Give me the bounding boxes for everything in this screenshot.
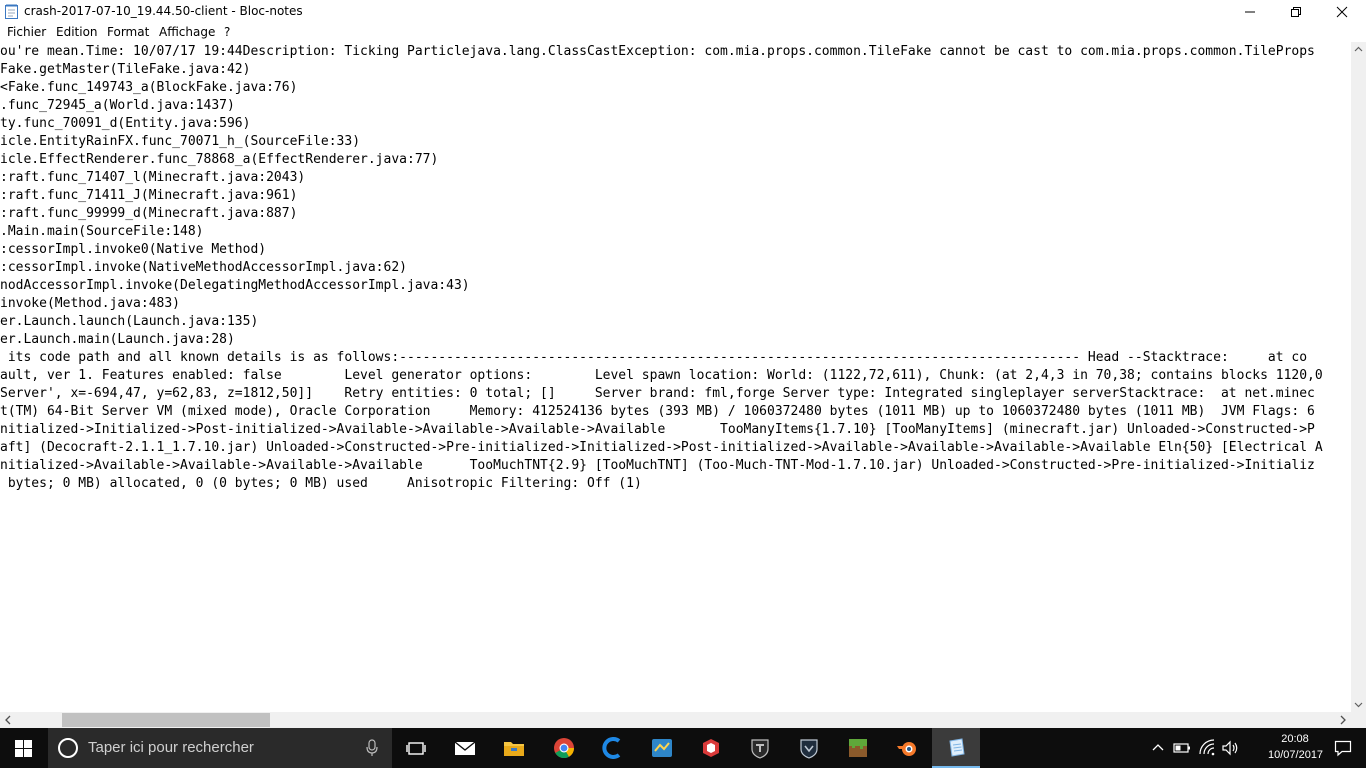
text-line: er.Launch.launch(Launch.java:135) [0,314,259,329]
task-view-icon [406,742,426,755]
maximize-icon [1291,7,1301,17]
world-of-tanks-icon [751,739,769,759]
menu-file[interactable]: Fichier [7,25,46,39]
menu-edit[interactable]: Edition [56,25,98,39]
battery-icon[interactable] [1172,738,1192,758]
volume-icon[interactable] [1220,738,1240,758]
text-line: :raft.func_71407_l(Minecraft.java:2043) [0,170,306,185]
menu-help[interactable]: ? [224,25,230,39]
text-line: ty.func_70091_d(Entity.java:596) [0,116,251,131]
text-line: invoke(Method.java:483) [0,296,181,311]
windows-logo-icon [15,740,32,757]
minimize-icon [1245,11,1255,13]
taskbar: Taper ici pour rechercher 20:08 10/07/20… [0,728,1366,768]
ccleaner-icon [602,737,621,759]
taskbar-world-of-warships[interactable] [785,728,833,768]
text-line: :raft.func_71411_J(Minecraft.java:961) [0,188,298,203]
chevron-up-icon[interactable] [1148,738,1168,758]
scroll-up-arrow-icon[interactable] [1351,42,1366,57]
taskbar-blue-app[interactable] [638,728,686,768]
text-editor[interactable]: ou're mean.Time: 10/07/17 19:44Descripti… [0,42,1351,712]
minecraft-icon [849,739,867,757]
menu-bar: Fichier Edition Format Affichage ? [0,24,1366,42]
minimize-button[interactable] [1227,0,1273,24]
text-line: <Fake.func_149743_a(BlockFake.java:76) [0,80,298,95]
maximize-button[interactable] [1273,0,1319,24]
microphone-icon[interactable] [365,739,379,757]
search-placeholder: Taper ici pour rechercher [88,739,254,756]
text-line: :raft.func_99999_d(Minecraft.java:887) [0,206,298,221]
text-line: Fake.getMaster(TileFake.java:42) [0,62,251,77]
taskbar-search-box[interactable]: Taper ici pour rechercher [48,728,392,768]
start-button[interactable] [0,728,48,768]
task-view-button[interactable] [392,728,440,768]
taskbar-ccleaner[interactable] [589,728,637,768]
taskbar-chrome[interactable] [540,728,588,768]
file-explorer-icon [504,742,524,756]
text-line: ou're mean.Time: 10/07/17 19:44Descripti… [0,44,1315,59]
text-line: nitialized->Available->Available->Availa… [0,458,1315,473]
text-line: icle.EntityRainFX.func_70071_h_(SourceFi… [0,134,361,149]
window-title: crash-2017-07-10_19.44.50-client - Bloc-… [24,4,303,18]
notepad-icon [949,738,965,757]
text-line: aft] (Decocraft-2.1.1_1.7.10.jar) Unload… [0,440,1323,455]
clock-date: 10/07/2017 [1268,749,1324,761]
horizontal-scrollbar[interactable] [0,712,1351,728]
taskbar-blender[interactable] [883,728,931,768]
text-line: its code path and all known details is a… [0,350,1308,365]
taskbar-world-of-tanks[interactable] [736,728,784,768]
blender-icon [897,742,916,756]
action-center-button[interactable] [1322,728,1366,768]
close-icon [1336,6,1348,18]
text-line: .func_72945_a(World.java:1437) [0,98,235,113]
text-line: :cessorImpl.invoke0(Native Method) [0,242,267,257]
text-line: .Main.main(SourceFile:148) [0,224,204,239]
notification-icon [1334,740,1352,757]
text-line: bytes; 0 MB) allocated, 0 (0 bytes; 0 MB… [0,476,642,491]
app-blue-icon [652,739,672,757]
text-line: icle.EffectRenderer.func_78868_a(EffectR… [0,152,439,167]
scroll-down-arrow-icon[interactable] [1351,697,1366,712]
taskbar-file-explorer[interactable] [490,728,538,768]
close-button[interactable] [1319,0,1365,24]
mail-icon [454,741,476,755]
taskbar-mail[interactable] [441,728,489,768]
clock-time: 20:08 [1281,733,1309,745]
taskbar-minecraft[interactable] [834,728,882,768]
world-of-warships-icon [800,739,818,759]
system-clock[interactable]: 20:08 10/07/2017 [1268,731,1324,763]
text-line: nodAccessorImpl.invoke(DelegatingMethodA… [0,278,470,293]
horizontal-scroll-thumb[interactable] [62,713,270,727]
cortana-icon [58,738,78,758]
notepad-icon [5,4,18,19]
vertical-scrollbar[interactable] [1351,42,1366,712]
text-line: :cessorImpl.invoke(NativeMethodAccessorI… [0,260,407,275]
scroll-right-arrow-icon[interactable] [1337,714,1349,726]
text-line: er.Launch.main(Launch.java:28) [0,332,235,347]
taskbar-notepad[interactable] [932,728,980,768]
menu-view[interactable]: Affichage [159,25,215,39]
text-line: nitialized->Initialized->Post-initialize… [0,422,1315,437]
chrome-icon [554,738,575,759]
text-line: t(TM) 64-Bit Server VM (mixed mode), Ora… [0,404,1315,419]
text-line: ault, ver 1. Features enabled: false Lev… [0,368,1323,383]
scroll-left-arrow-icon[interactable] [2,714,14,726]
text-line: Server', x=-694,47, y=62,83, z=1812,50]]… [0,386,1315,401]
wifi-icon[interactable] [1197,738,1217,758]
title-bar[interactable]: crash-2017-07-10_19.44.50-client - Bloc-… [0,0,1366,24]
scrollbar-corner [1351,712,1366,728]
menu-format[interactable]: Format [107,25,149,39]
taskbar-sketchup[interactable] [687,728,735,768]
sketchup-icon [703,739,719,757]
